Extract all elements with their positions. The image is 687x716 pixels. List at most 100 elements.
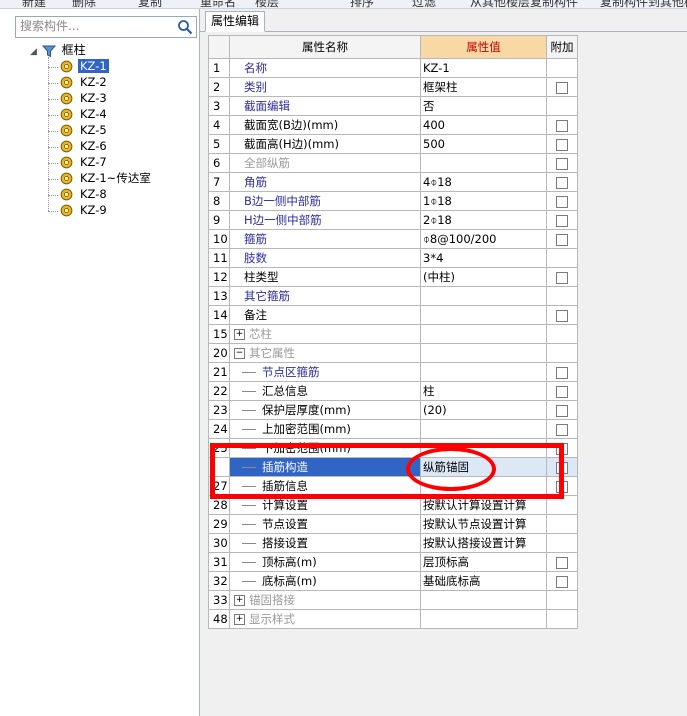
property-name-cell[interactable]: 类别 — [229, 77, 421, 97]
extra-cell[interactable] — [546, 210, 578, 230]
property-row[interactable]: 13 其它箍筋 — [208, 286, 578, 306]
property-value-cell[interactable]: 2⌽18 — [420, 210, 547, 230]
property-row[interactable]: 1 名称 KZ-1 — [208, 58, 578, 78]
extra-cell[interactable] — [546, 381, 578, 401]
extra-cell[interactable] — [546, 457, 578, 477]
property-name-cell[interactable]: 截面高(H边)(mm) — [229, 134, 421, 154]
property-value-cell[interactable] — [420, 305, 547, 325]
toolbar-item[interactable]: 新建 — [22, 0, 46, 8]
property-value-cell[interactable] — [420, 590, 547, 610]
extra-cell[interactable] — [546, 58, 578, 78]
tree-item[interactable]: KZ-5 — [60, 123, 109, 138]
extra-checkbox[interactable] — [556, 366, 568, 379]
property-row[interactable]: 7 角筋 4⌽18 — [208, 172, 578, 192]
property-name-cell[interactable]: − 其它属性 — [229, 343, 421, 363]
property-value-cell[interactable] — [420, 286, 547, 306]
extra-checkbox[interactable] — [556, 81, 568, 94]
property-name-cell[interactable]: 节点设置 — [229, 514, 421, 534]
extra-checkbox[interactable] — [556, 214, 568, 227]
property-value-cell[interactable]: 1⌽18 — [420, 191, 547, 211]
tree-root[interactable]: ◢ 框柱 — [30, 43, 86, 58]
extra-cell[interactable] — [546, 267, 578, 287]
property-row[interactable]: 30 搭接设置 按默认搭接设置计算 — [208, 533, 578, 553]
property-name-cell[interactable]: 插筋信息 — [229, 476, 421, 496]
extra-checkbox[interactable] — [556, 385, 568, 398]
extra-checkbox[interactable] — [556, 271, 568, 284]
property-name-cell[interactable]: 顶标高(m) — [229, 552, 421, 572]
extra-checkbox[interactable] — [556, 461, 568, 474]
property-row[interactable]: 25 下加密范围(mm) — [208, 438, 578, 458]
property-row[interactable]: 12 柱类型 (中柱) — [208, 267, 578, 287]
property-name-cell[interactable]: 其它箍筋 — [229, 286, 421, 306]
expand-icon[interactable]: + — [234, 329, 245, 340]
property-value-cell[interactable]: 否 — [420, 96, 547, 116]
extra-checkbox[interactable] — [556, 423, 568, 436]
extra-cell[interactable] — [546, 609, 578, 629]
property-row[interactable]: 6 全部纵筋 — [208, 153, 578, 173]
property-row[interactable]: 29 节点设置 按默认节点设置计算 — [208, 514, 578, 534]
property-row[interactable]: 15 + 芯柱 — [208, 324, 578, 344]
header-property-value[interactable]: 属性值 — [420, 35, 547, 59]
property-row[interactable]: 23 保护层厚度(mm) (20) — [208, 400, 578, 420]
property-name-cell[interactable]: 柱类型 — [229, 267, 421, 287]
property-name-cell[interactable]: 下加密范围(mm) — [229, 438, 421, 458]
tree-item[interactable]: KZ-2 — [60, 75, 109, 90]
toolbar-item[interactable]: 楼层 — [255, 0, 279, 8]
property-row[interactable]: 24 上加密范围(mm) — [208, 419, 578, 439]
toolbar-item[interactable]: 排序 — [350, 0, 374, 8]
tree-item[interactable]: KZ-7 — [60, 155, 109, 170]
property-value-cell[interactable] — [420, 476, 547, 496]
extra-cell[interactable] — [546, 191, 578, 211]
extra-cell[interactable] — [546, 362, 578, 382]
extra-checkbox[interactable] — [556, 157, 568, 170]
toolbar-item[interactable]: 复制构件到其他楼层 — [600, 0, 687, 8]
extra-cell[interactable] — [546, 343, 578, 363]
extra-cell[interactable] — [546, 305, 578, 325]
property-name-cell[interactable]: H边一侧中部筋 — [229, 210, 421, 230]
property-value-cell[interactable]: 基础底标高 — [420, 571, 547, 591]
tree-item[interactable]: KZ-1 — [60, 59, 109, 74]
extra-cell[interactable] — [546, 419, 578, 439]
property-row[interactable]: 8 B边一侧中部筋 1⌽18 — [208, 191, 578, 211]
property-value-cell[interactable]: 400 — [420, 115, 547, 135]
property-name-cell[interactable]: 箍筋 — [229, 229, 421, 249]
search-icon[interactable] — [177, 19, 193, 35]
property-row[interactable]: 10 箍筋 ⌽8@100/200 — [208, 229, 578, 249]
property-row[interactable]: 31 顶标高(m) 层顶标高 — [208, 552, 578, 572]
tree-item[interactable]: KZ-6 — [60, 139, 109, 154]
property-value-cell[interactable] — [420, 153, 547, 173]
property-name-cell[interactable]: + 显示样式 — [229, 609, 421, 629]
property-name-cell[interactable]: 名称 — [229, 58, 421, 78]
toolbar-item[interactable]: 复制 — [138, 0, 162, 8]
property-value-cell[interactable]: 500 — [420, 134, 547, 154]
property-value-cell[interactable] — [420, 609, 547, 629]
property-row[interactable]: 5 截面高(H边)(mm) 500 — [208, 134, 578, 154]
collapse-icon[interactable]: ◢ — [30, 45, 38, 60]
property-value-cell[interactable]: (中柱) — [420, 267, 547, 287]
property-value-cell[interactable] — [420, 419, 547, 439]
property-row[interactable]: 11 肢数 3*4 — [208, 248, 578, 268]
property-name-cell[interactable]: 截面宽(B边)(mm) — [229, 115, 421, 135]
property-name-cell[interactable]: 保护层厚度(mm) — [229, 400, 421, 420]
extra-checkbox[interactable] — [556, 138, 568, 151]
extra-cell[interactable] — [546, 590, 578, 610]
tree-item[interactable]: KZ-9 — [60, 203, 109, 218]
extra-cell[interactable] — [546, 514, 578, 534]
property-row[interactable]: 26 插筋构造 纵筋锚固 — [208, 457, 578, 477]
property-row[interactable]: 33 + 锚固搭接 — [208, 590, 578, 610]
property-row[interactable]: 27 插筋信息 — [208, 476, 578, 496]
property-value-cell[interactable]: ⌽8@100/200 — [420, 229, 547, 249]
extra-checkbox[interactable] — [556, 404, 568, 417]
property-name-cell[interactable]: + 芯柱 — [229, 324, 421, 344]
extra-cell[interactable] — [546, 77, 578, 97]
property-value-cell[interactable]: 按默认搭接设置计算 — [420, 533, 547, 553]
extra-checkbox[interactable] — [556, 556, 568, 569]
property-value-cell[interactable] — [420, 438, 547, 458]
search-input[interactable] — [18, 18, 174, 34]
property-row[interactable]: 9 H边一侧中部筋 2⌽18 — [208, 210, 578, 230]
property-name-cell[interactable]: 角筋 — [229, 172, 421, 192]
property-name-cell[interactable]: + 锚固搭接 — [229, 590, 421, 610]
toolbar-item[interactable]: 从其他楼层复制构件 — [470, 0, 578, 8]
header-extra[interactable]: 附加 — [546, 35, 578, 59]
tree-item[interactable]: KZ-8 — [60, 187, 109, 202]
